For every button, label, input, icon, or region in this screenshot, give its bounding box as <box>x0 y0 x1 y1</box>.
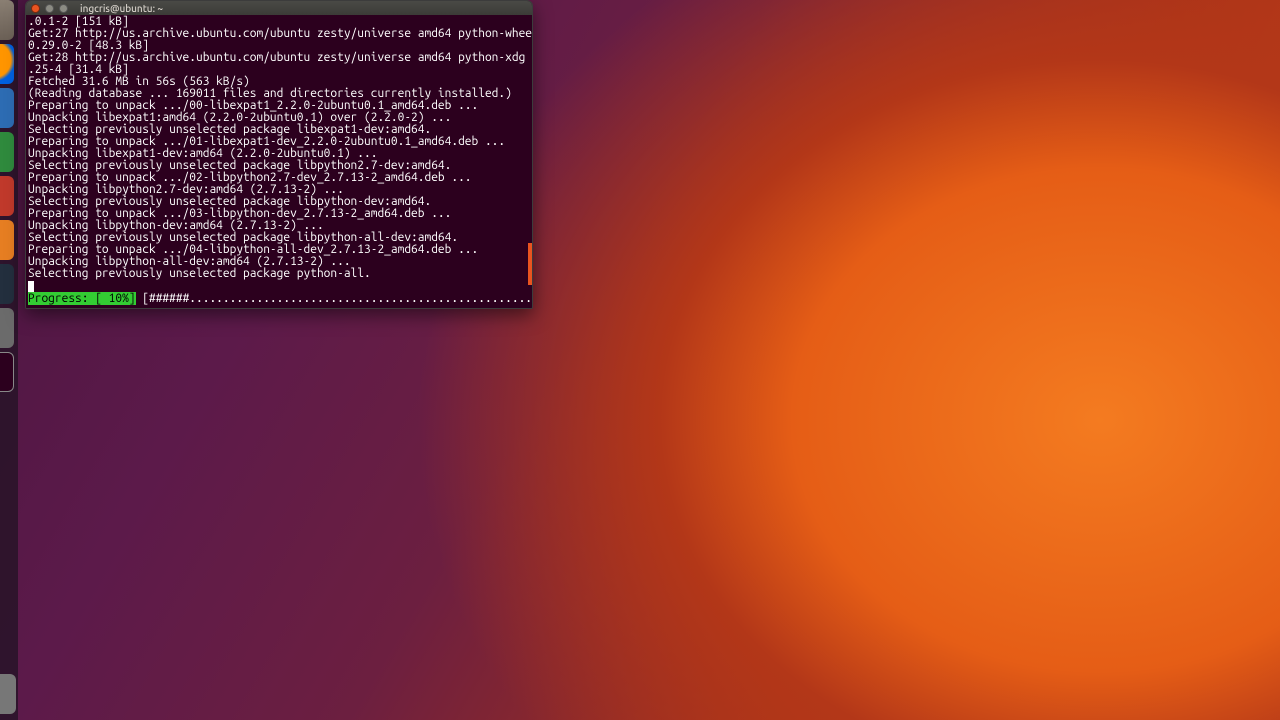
close-icon[interactable] <box>31 4 40 13</box>
window-controls <box>31 4 68 13</box>
terminal-output: .0.1-2 [151 kB] Get:27 http://us.archive… <box>28 16 530 280</box>
terminal-cursor-line <box>28 280 530 292</box>
window-titlebar[interactable]: ingcris@ubuntu: ~ <box>26 1 532 15</box>
terminal-icon[interactable] <box>0 352 14 392</box>
apt-progress-label: Progress: [ 10%] <box>28 292 136 305</box>
settings-icon[interactable] <box>0 308 14 348</box>
files-icon[interactable] <box>0 0 14 40</box>
unity-launcher: a <box>0 0 18 720</box>
minimize-icon[interactable] <box>45 4 54 13</box>
apt-progress-line: Progress: [ 10%] [######................… <box>28 292 530 308</box>
firefox-icon[interactable] <box>0 44 14 84</box>
impress-icon[interactable] <box>0 176 14 216</box>
maximize-icon[interactable] <box>59 4 68 13</box>
trash-icon[interactable] <box>0 674 16 714</box>
terminal-window[interactable]: ingcris@ubuntu: ~ .0.1-2 [151 kB] Get:27… <box>25 0 533 309</box>
scrollbar-thumb[interactable] <box>528 243 532 285</box>
amazon-icon[interactable]: a <box>0 264 14 304</box>
apt-progress-bar: [######.................................… <box>136 292 533 305</box>
terminal-body[interactable]: .0.1-2 [151 kB] Get:27 http://us.archive… <box>26 15 532 308</box>
calc-icon[interactable] <box>0 132 14 172</box>
window-title: ingcris@ubuntu: ~ <box>80 3 163 14</box>
software-icon[interactable] <box>0 220 14 260</box>
writer-icon[interactable] <box>0 88 14 128</box>
